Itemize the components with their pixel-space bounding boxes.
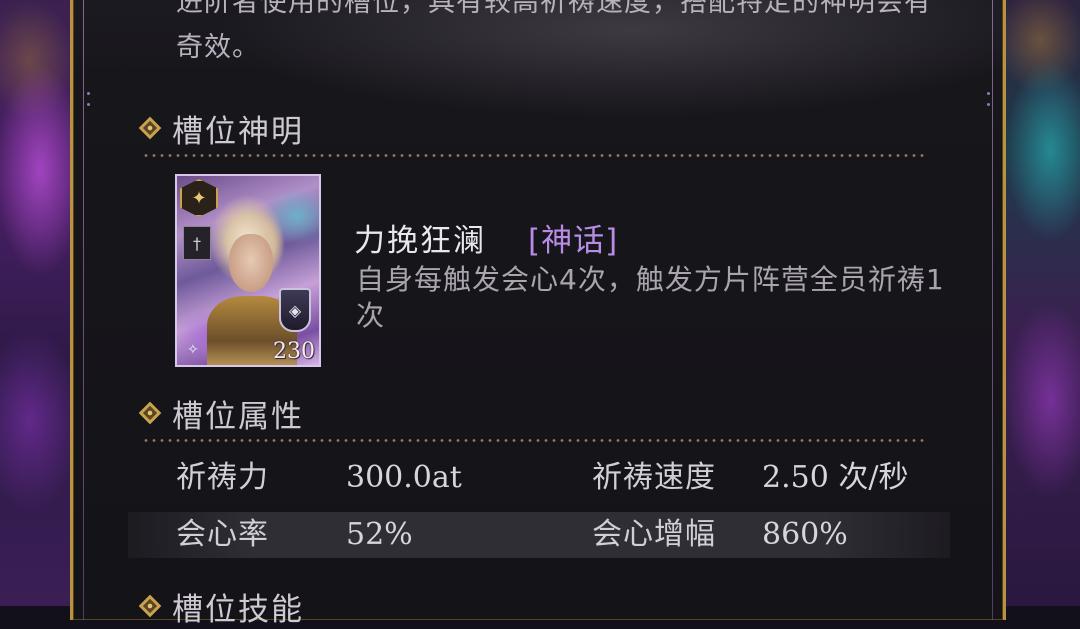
diamond-bullet-icon — [138, 594, 162, 618]
god-name: 力挽狂澜 — [354, 223, 486, 259]
sparkle-icon: ✧ — [187, 342, 199, 358]
attribute-value: 52% — [346, 517, 413, 552]
attribute-value: 860% — [762, 517, 848, 552]
god-card[interactable]: ✦ † ◈ ✧ 230 — [175, 174, 321, 367]
background-right — [1000, 0, 1080, 606]
background-left — [0, 0, 80, 606]
card-level: 230 — [273, 339, 315, 364]
section-divider — [142, 154, 928, 157]
attribute-row: 会心率 52% 会心增幅 860% — [128, 512, 950, 558]
panel-inner-line-right — [992, 0, 993, 620]
attribute-row: 祈祷力 300.0at 祈祷速度 2.50 次/秒 — [128, 455, 950, 501]
sword-icon: † — [183, 226, 211, 260]
attribute-label: 会心增幅 — [592, 517, 716, 552]
diamond-bullet-icon — [138, 401, 162, 425]
shield-icon: ◈ — [279, 288, 311, 332]
panel-decoration-right — [985, 92, 991, 152]
attribute-value: 300.0at — [346, 460, 462, 495]
section-title: 槽位神明 — [172, 113, 304, 150]
attribute-label: 祈祷力 — [176, 460, 269, 495]
section-header-slot-god: 槽位神明 — [138, 108, 304, 150]
attribute-value: 2.50 次/秒 — [762, 460, 909, 495]
section-header-slot-attributes: 槽位属性 — [138, 393, 304, 435]
slot-description: 进阶者使用的槽位，具有较高祈祷速度，搭配特定的神明会有奇效。 — [176, 0, 932, 63]
section-title: 槽位技能 — [172, 591, 304, 628]
section-header-slot-skill: 槽位技能 — [138, 586, 304, 628]
card-portrait-face — [229, 234, 273, 292]
attribute-label: 祈祷速度 — [592, 460, 716, 495]
god-description: 自身每触发会心4次，触发方片阵营全员祈祷1次 — [356, 263, 945, 332]
section-divider — [142, 439, 928, 442]
attribute-label: 会心率 — [176, 517, 269, 552]
diamond-bullet-icon — [138, 116, 162, 140]
panel-decoration-left — [85, 92, 91, 152]
god-rarity: [神话] — [528, 223, 619, 259]
panel-inner-line-left — [83, 0, 84, 620]
section-title: 槽位属性 — [172, 398, 304, 435]
